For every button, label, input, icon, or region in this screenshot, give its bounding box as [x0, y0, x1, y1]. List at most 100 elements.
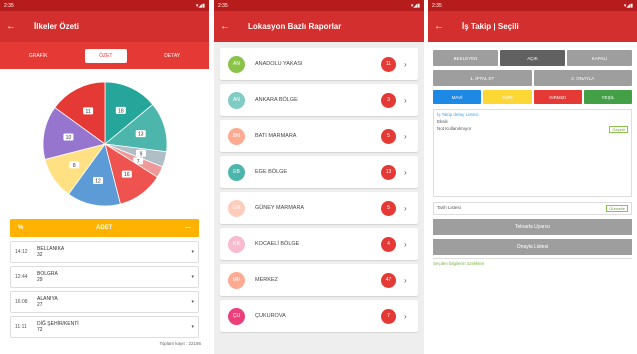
- count-badge: 5: [381, 128, 396, 144]
- item-time: 14:12: [15, 249, 28, 255]
- app-bar: ← Lokasyon Bazlı Raporlar: [214, 11, 424, 42]
- status-filter-buttons: BEKLEYEN AÇIK KAPALI: [428, 50, 637, 66]
- page-title: Lokasyon Bazlı Raporlar: [248, 22, 342, 31]
- slice-label: 11: [85, 109, 90, 115]
- field-label: İş Takip detay Listesi: [437, 112, 479, 117]
- item-time: 11:11: [15, 324, 27, 330]
- action-buttons: 1. İPTAL ET 2. ONAYLA: [428, 70, 637, 86]
- count-badge: 11: [381, 56, 396, 72]
- approve-list-button[interactable]: Onayla Listesi: [433, 239, 632, 255]
- total-count: Toplam kayıt : 22186: [159, 341, 201, 346]
- location-name: EGE BÖLGE: [255, 169, 288, 175]
- page-title: İş Takip | Seçili: [462, 22, 519, 31]
- back-arrow-icon[interactable]: ←: [434, 21, 448, 32]
- avatar: BM: [228, 127, 245, 145]
- sub-tabs: GRAFİK ÖZET DETAY: [0, 42, 209, 69]
- location-name: ANKARA BÖLGE: [255, 97, 298, 103]
- cancel-button[interactable]: 1. İPTAL ET: [433, 70, 532, 86]
- item-sub: 27: [37, 302, 43, 308]
- slice-label: 16: [124, 172, 130, 178]
- chevron-right-icon[interactable]: ›: [404, 204, 410, 213]
- date-field[interactable]: Tarih Listesi Güncelle: [433, 202, 632, 215]
- pending-button[interactable]: BEKLEYEN: [433, 50, 498, 66]
- location-item[interactable]: KB KOCAELİ BÖLGE 4 ›: [220, 228, 418, 260]
- color-button[interactable]: KIRMIZI: [533, 90, 582, 104]
- status-icons: ▾◢▮: [623, 2, 633, 9]
- location-item[interactable]: MR MERKEZ 47 ›: [220, 264, 418, 296]
- back-arrow-icon[interactable]: ←: [220, 21, 234, 32]
- chevron-down-icon[interactable]: ▾: [186, 324, 194, 330]
- chevron-right-icon[interactable]: ›: [404, 276, 410, 285]
- list-item[interactable]: 11:11 DİĞ ŞEHİR/KENTİ 72 ▾: [10, 316, 199, 338]
- percent-label: %: [18, 225, 24, 231]
- avatar: MR: [228, 271, 245, 289]
- tab-graph[interactable]: GRAFİK: [21, 49, 56, 63]
- count-badge: 47: [381, 272, 396, 288]
- repeat-warning-button[interactable]: Tekrarla Uyarısı: [433, 219, 632, 235]
- avatar: KB: [228, 235, 245, 253]
- slice-label: 18: [118, 108, 124, 114]
- location-item[interactable]: BM BATI MARMARA 5 ›: [220, 120, 418, 152]
- color-buttons: MAVİ SARI KIRMIZI YEŞİL: [428, 90, 637, 104]
- status-bar: 2:35 ▾◢▮: [0, 0, 209, 11]
- valid-tag: Geçerli: [609, 126, 628, 133]
- chevron-down-icon[interactable]: ▾: [186, 299, 194, 305]
- chevron-right-icon[interactable]: ›: [404, 312, 410, 321]
- location-item[interactable]: GM GÜNEY MARMARA 5 ›: [220, 192, 418, 224]
- location-item[interactable]: EB EGE BÖLGE 13 ›: [220, 156, 418, 188]
- chevron-right-icon[interactable]: ›: [404, 240, 410, 249]
- slice-label: 8: [72, 163, 75, 169]
- avatar: GM: [228, 199, 245, 217]
- app-bar: ← İş Takip | Seçili: [428, 11, 637, 42]
- dash-label: —: [185, 225, 191, 231]
- count-badge: 7: [381, 308, 396, 324]
- location-name: MERKEZ: [255, 277, 278, 283]
- location-item[interactable]: AN ANADOLU YAKASI 11 ›: [220, 48, 418, 80]
- color-button[interactable]: SARI: [483, 90, 532, 104]
- location-item[interactable]: ÇU ÇUKUROVA 7 ›: [220, 300, 418, 332]
- location-name: ÇUKUROVA: [255, 313, 286, 319]
- date-label: Tarih Listesi: [437, 205, 461, 210]
- color-button[interactable]: YEŞİL: [583, 90, 632, 104]
- slice-label: 10: [65, 135, 71, 141]
- approve-button[interactable]: 2. ONAYLA: [533, 70, 632, 86]
- item-name: DİĞ ŞEHİR/KENTİ: [37, 321, 79, 327]
- summary-list: 14:12 BELLANIKA 32 ▾ 12:44 BOLGRA 29 ▾ 16:…: [10, 241, 199, 338]
- tab-detail[interactable]: DETAY: [156, 49, 188, 63]
- pie-chart: 181397161281011: [42, 81, 167, 207]
- status-time: 2:35: [218, 2, 228, 9]
- location-name: BATI MARMARA: [255, 133, 297, 139]
- field-line-1: Eksik: [437, 119, 448, 124]
- open-button[interactable]: AÇIK: [500, 50, 565, 66]
- chevron-right-icon[interactable]: ›: [404, 168, 410, 177]
- avatar: EB: [228, 163, 245, 181]
- location-name: GÜNEY MARMARA: [255, 205, 305, 211]
- page-title: İlkeler Özeti: [34, 22, 79, 31]
- status-time: 2:35: [4, 2, 14, 9]
- chevron-down-icon[interactable]: ▾: [186, 274, 194, 280]
- list-item[interactable]: 14:12 BELLANIKA 32 ▾: [10, 241, 199, 263]
- count-label: ADET: [96, 225, 113, 231]
- avatar: AN: [228, 55, 245, 73]
- list-item[interactable]: 12:44 BOLGRA 29 ▾: [10, 266, 199, 288]
- closed-button[interactable]: KAPALI: [567, 50, 632, 66]
- phone-task-tracking: 2:35 ▾◢▮ ← İş Takip | Seçili BEKLEYEN AÇ…: [428, 0, 637, 354]
- item-sub: 32: [37, 252, 43, 258]
- detail-field[interactable]: İş Takip detay Listesi Eksik Not Kullanı…: [433, 109, 632, 197]
- item-time: 16:08: [15, 299, 28, 305]
- status-icons: ▾◢▮: [195, 2, 205, 9]
- chevron-right-icon[interactable]: ›: [404, 60, 410, 69]
- chevron-down-icon[interactable]: ▾: [186, 249, 194, 255]
- location-item[interactable]: AN ANKARA BÖLGE 3 ›: [220, 84, 418, 116]
- back-arrow-icon[interactable]: ←: [6, 21, 20, 32]
- update-tag[interactable]: Güncelle: [606, 205, 628, 212]
- avatar: AN: [228, 91, 245, 109]
- app-bar: ← İlkeler Özeti: [0, 11, 209, 42]
- item-time: 12:44: [15, 274, 28, 280]
- chevron-right-icon[interactable]: ›: [404, 96, 410, 105]
- tab-summary[interactable]: ÖZET: [85, 48, 127, 63]
- chevron-right-icon[interactable]: ›: [404, 132, 410, 141]
- color-button[interactable]: MAVİ: [433, 90, 482, 104]
- location-name: ANADOLU YAKASI: [255, 61, 303, 67]
- list-item[interactable]: 16:08 ALANIYA 27 ▾: [10, 291, 199, 313]
